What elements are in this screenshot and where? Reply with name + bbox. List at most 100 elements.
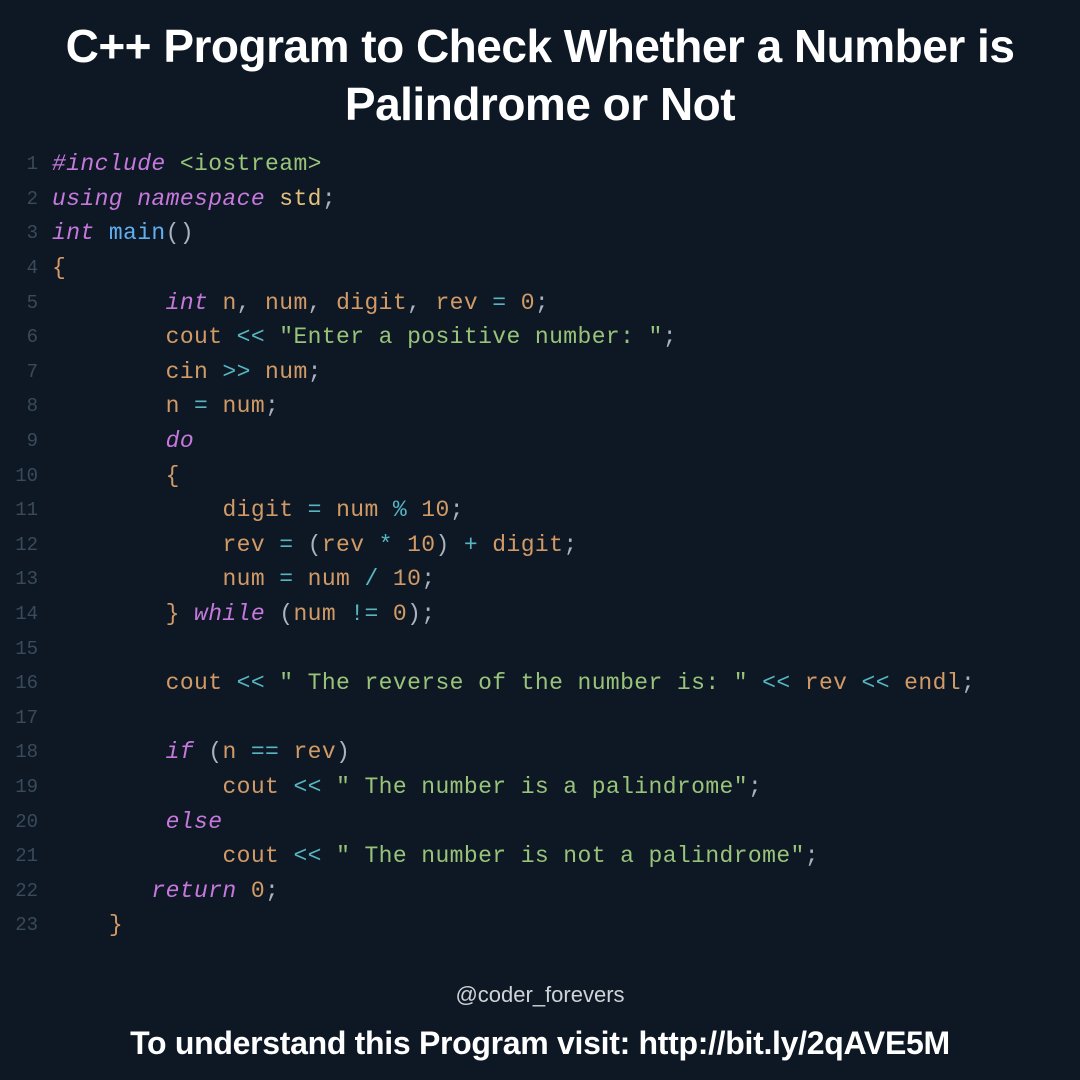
identifier: n <box>222 739 236 765</box>
identifier: cout <box>222 843 279 869</box>
operator: = <box>265 566 308 592</box>
operator: << <box>748 670 805 696</box>
operator: << <box>279 843 336 869</box>
code-line: 1 #include <iostream> <box>0 147 1080 182</box>
operator: << <box>279 774 336 800</box>
punctuation: ) <box>180 220 194 246</box>
code-line: 16 cout << " The reverse of the number i… <box>0 666 1080 701</box>
keyword: namespace <box>137 186 279 212</box>
operator: = <box>180 393 223 419</box>
number: 10 <box>421 497 449 523</box>
line-number: 9 <box>0 430 38 452</box>
identifier: rev <box>293 739 336 765</box>
line-number: 13 <box>0 568 38 590</box>
line-number: 20 <box>0 811 38 833</box>
identifier: num <box>222 566 265 592</box>
line-number: 15 <box>0 638 38 660</box>
line-number: 19 <box>0 776 38 798</box>
type: int <box>166 290 223 316</box>
line-number: 11 <box>0 499 38 521</box>
keyword: while <box>180 601 279 627</box>
punctuation: ( <box>308 532 322 558</box>
punctuation: , <box>308 290 336 316</box>
punctuation: ( <box>166 220 180 246</box>
identifier: endl <box>904 670 961 696</box>
identifier: digit <box>336 290 407 316</box>
operator: / <box>350 566 393 592</box>
identifier: cout <box>166 324 223 350</box>
line-number: 21 <box>0 845 38 867</box>
identifier: num <box>336 497 379 523</box>
code-line: 2 using namespace std; <box>0 182 1080 217</box>
string-literal: " The number is not a palindrome" <box>336 843 805 869</box>
keyword: using <box>52 186 137 212</box>
code-line: 3 int main() <box>0 216 1080 251</box>
punctuation: ) <box>407 601 421 627</box>
line-number: 10 <box>0 465 38 487</box>
line-number: 18 <box>0 741 38 763</box>
header-name: <iostream> <box>180 151 322 177</box>
type: int <box>52 220 109 246</box>
string-literal: " The number is a palindrome" <box>336 774 748 800</box>
punctuation: , <box>407 290 435 316</box>
identifier: digit <box>492 532 563 558</box>
punctuation: ; <box>265 878 279 904</box>
code-line: 8 n = num; <box>0 389 1080 424</box>
brace: { <box>166 463 180 489</box>
operator: * <box>364 532 407 558</box>
number: 10 <box>393 566 421 592</box>
code-line: 14 } while (num != 0); <box>0 597 1080 632</box>
punctuation: ; <box>421 566 435 592</box>
keyword: if <box>166 739 209 765</box>
operator: << <box>222 670 279 696</box>
operator: >> <box>208 359 265 385</box>
line-number: 14 <box>0 603 38 625</box>
identifier: n <box>222 290 236 316</box>
identifier: cout <box>166 670 223 696</box>
code-line: 23 } <box>0 908 1080 943</box>
line-number: 23 <box>0 914 38 936</box>
punctuation: ( <box>208 739 222 765</box>
line-number: 17 <box>0 707 38 729</box>
punctuation: ; <box>421 601 435 627</box>
code-line: 13 num = num / 10; <box>0 562 1080 597</box>
function-name: main <box>109 220 166 246</box>
identifier: num <box>222 393 265 419</box>
operator: << <box>222 324 279 350</box>
line-number: 6 <box>0 326 38 348</box>
code-line: 18 if (n == rev) <box>0 735 1080 770</box>
brace: } <box>109 912 123 938</box>
line-number: 8 <box>0 395 38 417</box>
line-number: 1 <box>0 153 38 175</box>
punctuation: ; <box>265 393 279 419</box>
identifier: num <box>293 601 336 627</box>
number: 0 <box>251 878 265 904</box>
code-line: 11 digit = num % 10; <box>0 493 1080 528</box>
code-line: 15 <box>0 631 1080 666</box>
preprocessor: #include <box>52 151 180 177</box>
punctuation: ) <box>435 532 449 558</box>
operator: != <box>336 601 393 627</box>
punctuation: ; <box>322 186 336 212</box>
line-number: 5 <box>0 292 38 314</box>
code-line: 19 cout << " The number is a palindrome"… <box>0 770 1080 805</box>
punctuation: ; <box>563 532 577 558</box>
punctuation: ) <box>336 739 350 765</box>
number: 0 <box>521 290 535 316</box>
code-line: 12 rev = (rev * 10) + digit; <box>0 528 1080 563</box>
number: 10 <box>407 532 435 558</box>
code-line: 6 cout << "Enter a positive number: "; <box>0 320 1080 355</box>
identifier: std <box>279 186 322 212</box>
punctuation: ; <box>535 290 549 316</box>
brace: { <box>52 255 66 281</box>
identifier: num <box>308 566 351 592</box>
keyword: return <box>151 878 250 904</box>
operator: << <box>847 670 904 696</box>
footer-text: To understand this Program visit: http:/… <box>0 1025 1080 1062</box>
code-line: 21 cout << " The number is not a palindr… <box>0 839 1080 874</box>
code-line: 22 return 0; <box>0 873 1080 908</box>
code-line: 17 <box>0 701 1080 736</box>
identifier: digit <box>222 497 293 523</box>
code-line: 20 else <box>0 804 1080 839</box>
punctuation: ; <box>450 497 464 523</box>
